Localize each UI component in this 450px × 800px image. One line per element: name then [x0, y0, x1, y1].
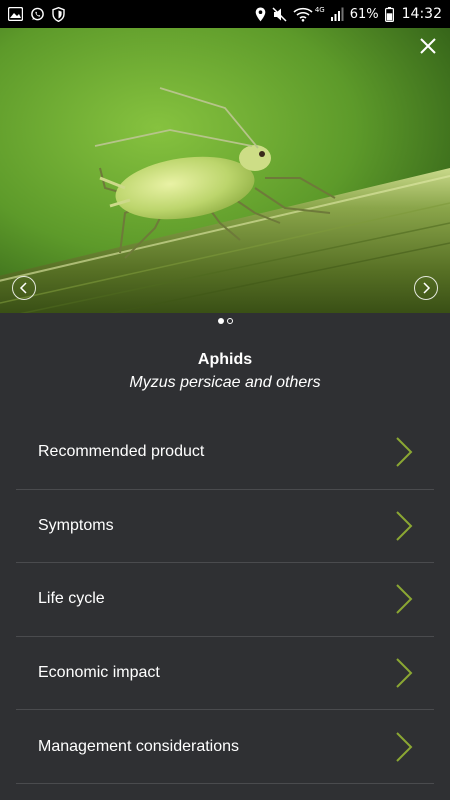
chevron-right-icon — [396, 437, 413, 468]
menu-item-label: Recommended product — [38, 443, 205, 461]
wifi-icon — [293, 7, 313, 22]
menu-item-label: Life cycle — [38, 590, 105, 608]
whatsapp-icon — [30, 7, 45, 22]
battery-icon — [384, 6, 394, 22]
chevron-left-icon — [19, 282, 27, 294]
menu-item-recommended-product[interactable]: Recommended product — [16, 416, 434, 490]
status-bar: 4G 61% 14:32 — [0, 0, 450, 28]
next-image-button[interactable] — [414, 276, 438, 300]
pest-name: Aphids — [197, 351, 253, 368]
clock: 14:32 — [401, 6, 442, 22]
mute-icon — [272, 6, 287, 22]
pest-detail-menu: Recommended product Symptoms Life cycle … — [16, 416, 434, 784]
status-right: 4G 61% 14:32 — [255, 6, 442, 22]
pager-dot-active[interactable] — [217, 318, 224, 324]
menu-item-economic-impact[interactable]: Economic impact — [16, 637, 434, 711]
signal-icon — [330, 7, 344, 21]
menu-item-life-cycle[interactable]: Life cycle — [16, 563, 434, 637]
carousel-pager — [0, 318, 450, 324]
close-icon — [420, 38, 436, 54]
close-button[interactable] — [416, 34, 440, 58]
menu-item-symptoms[interactable]: Symptoms — [16, 490, 434, 564]
chevron-right-icon — [396, 511, 413, 541]
network-type: 4G — [314, 5, 325, 14]
location-icon — [255, 7, 266, 22]
shield-icon — [52, 6, 65, 22]
menu-item-label: Economic impact — [38, 664, 160, 682]
menu-item-label: Management considerations — [38, 737, 240, 755]
chevron-right-icon — [396, 731, 413, 762]
chevron-right-icon — [423, 282, 431, 294]
hero-image-carousel[interactable] — [0, 28, 450, 313]
aphid-photo — [0, 28, 450, 313]
pest-scientific-name: Myzus persicae and others — [129, 374, 321, 391]
image-icon — [8, 7, 23, 21]
battery-percentage: 61% — [349, 6, 379, 22]
pager-dot[interactable] — [226, 318, 233, 324]
menu-item-management-considerations[interactable]: Management considerations — [16, 710, 434, 784]
chevron-right-icon — [396, 658, 413, 688]
status-left — [8, 6, 65, 22]
chevron-right-icon — [396, 584, 413, 615]
menu-item-label: Symptoms — [38, 516, 114, 534]
previous-image-button[interactable] — [12, 276, 36, 300]
